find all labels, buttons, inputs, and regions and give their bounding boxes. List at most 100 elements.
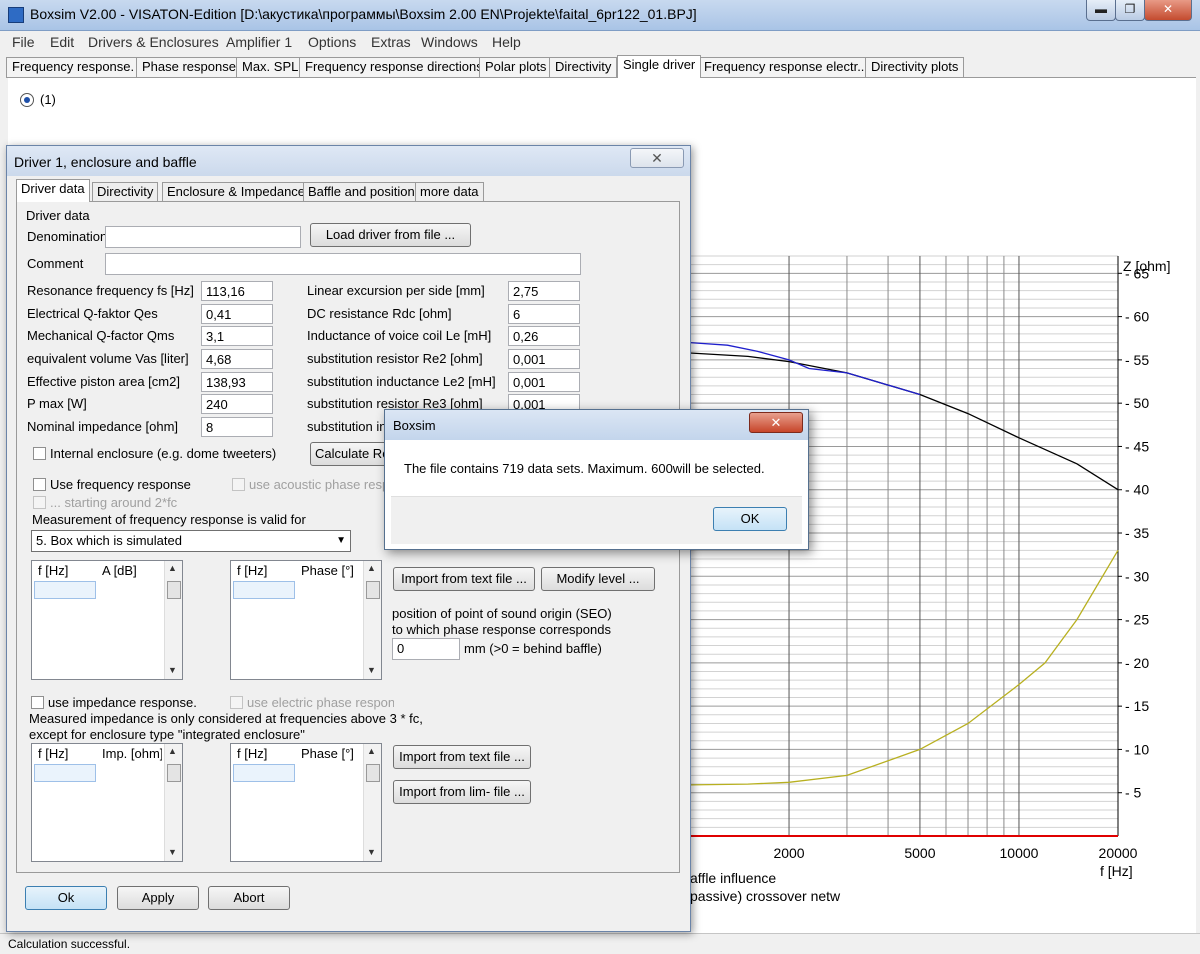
scroll-down-icon[interactable]: ▼: [367, 847, 376, 857]
scroll-thumb[interactable]: [167, 764, 181, 782]
scroll-down-icon[interactable]: ▼: [168, 847, 177, 857]
scroll-up-icon[interactable]: ▲: [168, 563, 177, 573]
scroll-up-icon[interactable]: ▲: [367, 563, 376, 573]
re2-field[interactable]: 0,001: [508, 349, 580, 369]
import-text-file-button[interactable]: Import from text file ...: [393, 567, 535, 591]
use-acoustic-phase-label: use acoustic phase resp.: [249, 477, 393, 492]
grid-scrollbar[interactable]: ▲ ▼: [363, 561, 381, 679]
seo-label-line2: to which phase response corresponds: [392, 622, 611, 637]
message-title-bar: [385, 410, 808, 440]
legend-fragment-crossover: passive) crossover netw: [690, 888, 841, 904]
comment-label: Comment: [27, 256, 84, 271]
grid-header: Phase [°]: [301, 563, 354, 578]
dtab-more-data[interactable]: more data: [415, 182, 484, 201]
grid-scrollbar[interactable]: ▲ ▼: [164, 744, 182, 861]
y-tick-label: - 45: [1125, 438, 1149, 454]
frequency-response-grid[interactable]: f [Hz] A [dB] ▲ ▼: [31, 560, 183, 680]
dialog-close-button[interactable]: ✕: [630, 148, 684, 168]
impedance-note-line1: Measured impedance is only considered at…: [29, 711, 423, 726]
y-tick-labels: - 5 - 10 - 15 - 20 - 25 - 30 - 35 - 40 - 45 - 50 -…: [1118, 265, 1149, 801]
message-close-button[interactable]: ✕: [749, 412, 803, 433]
ok-button[interactable]: Ok: [25, 886, 107, 910]
fs-field[interactable]: 113,16: [201, 281, 273, 301]
grid-scrollbar[interactable]: ▲ ▼: [164, 561, 182, 679]
comment-field[interactable]: [105, 253, 581, 275]
denomination-field[interactable]: [105, 226, 301, 248]
starting-around-checkbox[interactable]: [33, 496, 46, 509]
qms-field[interactable]: 3,1: [201, 326, 273, 346]
grid-cell[interactable]: [34, 764, 96, 782]
import-lim-file-button[interactable]: Import from lim- file ...: [393, 780, 531, 804]
scroll-down-icon[interactable]: ▼: [367, 665, 376, 675]
y-tick-label: - 10: [1125, 741, 1149, 757]
le-field[interactable]: 0,26: [508, 326, 580, 346]
dtab-baffle-position[interactable]: Baffle and position: [303, 182, 420, 201]
grid-cell[interactable]: [233, 581, 295, 599]
message-text: The file contains 719 data sets. Maximum…: [404, 461, 765, 476]
y-axis-label: Z [ohm]: [1123, 258, 1170, 274]
abort-button[interactable]: Abort: [208, 886, 290, 910]
x-tick-labels: 2000 5000 10000 20000: [773, 845, 1137, 861]
impedance-grid[interactable]: f [Hz] Imp. [ohm] ▲ ▼: [31, 743, 183, 862]
qes-field[interactable]: 0,41: [201, 304, 273, 324]
param-label: Effective piston area [cm2]: [27, 374, 180, 389]
nominal-impedance-field[interactable]: 8: [201, 417, 273, 437]
message-box: Boxsim ✕ The file contains 719 data sets…: [384, 409, 809, 550]
use-electric-phase-checkbox[interactable]: [230, 696, 243, 709]
x-tick-label: 2000: [773, 845, 804, 861]
phase-response-grid[interactable]: f [Hz] Phase [°] ▲ ▼: [230, 560, 382, 680]
rdc-field[interactable]: 6: [508, 304, 580, 324]
x-axis-label: f [Hz]: [1100, 863, 1133, 879]
param-label: Mechanical Q-factor Qms: [27, 328, 175, 343]
denomination-label: Denomination: [27, 229, 108, 244]
internal-enclosure-checkbox[interactable]: [33, 447, 46, 460]
param-label: DC resistance Rdc [ohm]: [307, 306, 452, 321]
param-label: substitution resistor Re2 [ohm]: [307, 351, 483, 366]
import-text-file-button-2[interactable]: Import from text file ...: [393, 745, 531, 769]
scroll-up-icon[interactable]: ▲: [367, 746, 376, 756]
scroll-thumb[interactable]: [167, 581, 181, 599]
impedance-phase-grid[interactable]: f [Hz] Phase [°] ▲ ▼: [230, 743, 382, 862]
calculate-button[interactable]: Calculate Re...: [310, 442, 390, 466]
use-acoustic-phase-checkbox[interactable]: [232, 478, 245, 491]
xmax-field[interactable]: 2,75: [508, 281, 580, 301]
grid-scrollbar[interactable]: ▲ ▼: [363, 744, 381, 861]
param-label: Linear excursion per side [mm]: [307, 283, 485, 298]
tab-single-driver[interactable]: Single driver: [617, 55, 702, 78]
piston-area-field[interactable]: 138,93: [201, 372, 273, 392]
grid-header: f [Hz]: [38, 563, 69, 578]
dtab-enclosure-impedance[interactable]: Enclosure & Impedance: [162, 182, 311, 201]
grid-cell[interactable]: [233, 764, 295, 782]
y-tick-label: - 60: [1125, 309, 1149, 325]
pmax-field[interactable]: 240: [201, 394, 273, 414]
scroll-thumb[interactable]: [366, 581, 380, 599]
y-tick-label: - 40: [1125, 482, 1149, 498]
seo-field[interactable]: 0: [392, 638, 460, 660]
dtab-driver-data[interactable]: Driver data: [16, 179, 90, 202]
measurement-valid-select[interactable]: 5. Box which is simulated ▼: [31, 530, 351, 552]
grid-header: f [Hz]: [237, 746, 268, 761]
grid-cell[interactable]: [34, 581, 96, 599]
apply-button[interactable]: Apply: [117, 886, 199, 910]
scroll-up-icon[interactable]: ▲: [168, 746, 177, 756]
y-tick-label: - 30: [1125, 568, 1149, 584]
message-ok-button[interactable]: OK: [713, 507, 787, 531]
use-frequency-response-checkbox[interactable]: [33, 478, 46, 491]
status-bar: [0, 933, 1200, 954]
load-driver-button[interactable]: Load driver from file ...: [310, 223, 471, 247]
param-label: Electrical Q-faktor Qes: [27, 306, 158, 321]
message-title: Boxsim: [393, 418, 436, 433]
param-label: Inductance of voice coil Le [mH]: [307, 328, 492, 343]
dtab-directivity[interactable]: Directivity: [92, 182, 159, 201]
use-impedance-checkbox[interactable]: [31, 696, 44, 709]
vas-field[interactable]: 4,68: [201, 349, 273, 369]
le2-field[interactable]: 0,001: [508, 372, 580, 392]
param-label: P max [W]: [27, 396, 87, 411]
grid-header: A [dB]: [102, 563, 137, 578]
y-tick-label: - 35: [1125, 525, 1149, 541]
scroll-thumb[interactable]: [366, 764, 380, 782]
scroll-down-icon[interactable]: ▼: [168, 665, 177, 675]
modify-level-button[interactable]: Modify level ...: [541, 567, 655, 591]
y-tick-label: - 55: [1125, 352, 1149, 368]
param-label: substitution in: [307, 419, 387, 434]
